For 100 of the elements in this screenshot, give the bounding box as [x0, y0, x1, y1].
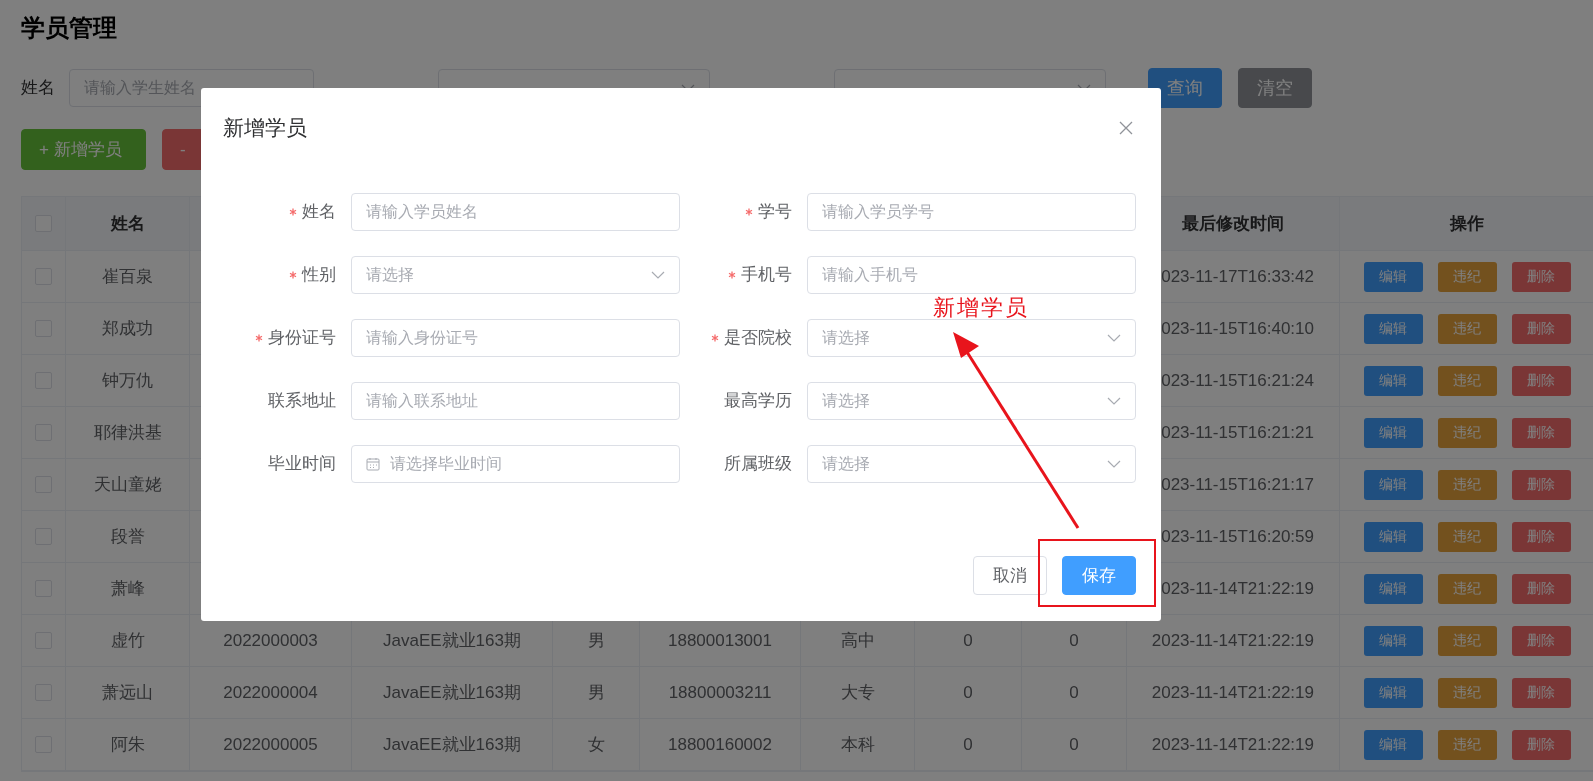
input-field[interactable]: 请输入手机号 — [807, 256, 1136, 294]
input-field[interactable]: 请输入学员学号 — [807, 193, 1136, 231]
select-field[interactable]: 请选择 — [807, 382, 1136, 420]
calendar-icon — [366, 457, 380, 471]
input-field[interactable]: 请输入学员姓名 — [351, 193, 680, 231]
table-cell-text: 023-11-14T21:22:19 — [1161, 577, 1314, 600]
filter-label: 姓名 — [21, 77, 55, 100]
table-cell-text: 18800013001 — [668, 629, 772, 652]
column-header: 最后修改时间 — [1182, 212, 1284, 235]
field-label: 学号 — [758, 201, 792, 224]
table-cell-text: 耶律洪基 — [93, 421, 162, 444]
required-icon — [255, 334, 263, 342]
table-cell-text: 0 — [963, 733, 973, 756]
table-cell-text: 男 — [587, 681, 605, 704]
table-cell-text: 钟万仇 — [102, 369, 153, 392]
field-label: 所属班级 — [724, 453, 792, 476]
required-icon — [289, 271, 297, 279]
table-cell-text: 段誉 — [110, 525, 145, 548]
table-cell-text: 男 — [587, 629, 605, 652]
edit-button[interactable]: 编辑 — [1363, 261, 1423, 292]
field-label: 联系地址 — [268, 390, 336, 413]
delete-button[interactable]: 删除 — [1511, 313, 1571, 344]
violation-button[interactable]: 违纪 — [1437, 469, 1497, 500]
edit-button[interactable]: 编辑 — [1363, 313, 1423, 344]
edit-button[interactable]: 编辑 — [1363, 365, 1423, 396]
table-cell-text: 023-11-15T16:21:17 — [1161, 473, 1314, 496]
table-cell-text: 2023-11-14T21:22:19 — [1151, 681, 1314, 704]
field-label: 性别 — [302, 264, 336, 287]
table-cell-text: 高中 — [840, 629, 875, 652]
table-cell-text: 2023-11-14T21:22:19 — [1151, 629, 1314, 652]
required-icon — [289, 208, 297, 216]
violation-button[interactable]: 违纪 — [1437, 625, 1497, 656]
table-cell-text: JavaEE就业163期 — [383, 733, 521, 756]
required-icon — [728, 271, 736, 279]
table-cell-text: 0 — [963, 681, 973, 704]
table-cell-text: 023-11-15T16:20:59 — [1161, 525, 1314, 548]
dialog-title: 新增学员 — [223, 115, 307, 141]
table-cell-text: 023-11-17T16:33:42 — [1161, 265, 1314, 288]
cancel-button[interactable]: 取消 — [973, 556, 1047, 595]
field-label: 毕业时间 — [268, 453, 336, 476]
table-cell-text: 023-11-15T16:21:24 — [1161, 369, 1314, 392]
required-icon — [711, 334, 719, 342]
field-label: 手机号 — [741, 264, 792, 287]
edit-button[interactable]: 编辑 — [1363, 573, 1423, 604]
delete-button[interactable]: 删除 — [1511, 365, 1571, 396]
required-icon — [745, 208, 753, 216]
delete-button[interactable]: 删除 — [1511, 677, 1571, 708]
input-field[interactable]: 请输入身份证号 — [351, 319, 680, 357]
table-cell-text: 18800160002 — [668, 733, 772, 756]
chevron-down-icon — [651, 271, 665, 279]
add-button[interactable]: + 新增学员 — [21, 129, 146, 170]
violation-button[interactable]: 违纪 — [1437, 313, 1497, 344]
search-button[interactable]: 查询 — [1148, 68, 1222, 108]
edit-button[interactable]: 编辑 — [1363, 417, 1423, 448]
table-cell-text: 萧峰 — [110, 577, 145, 600]
violation-button[interactable]: 违纪 — [1437, 729, 1497, 760]
date-field[interactable]: 请选择毕业时间 — [351, 445, 680, 483]
column-header: 操作 — [1450, 212, 1484, 235]
table-cell-text: 阿朱 — [110, 733, 145, 756]
delete-button[interactable]: 删除 — [1511, 729, 1571, 760]
edit-button[interactable]: 编辑 — [1363, 469, 1423, 500]
delete-button[interactable]: 删除 — [1511, 261, 1571, 292]
table-cell-text: 天山童姥 — [93, 473, 162, 496]
violation-button[interactable]: 违纪 — [1437, 573, 1497, 604]
edit-button[interactable]: 编辑 — [1363, 625, 1423, 656]
violation-button[interactable]: 违纪 — [1437, 677, 1497, 708]
close-icon[interactable] — [1119, 121, 1133, 135]
page-title: 学员管理 — [21, 13, 117, 43]
table-cell-text: 2022000003 — [223, 629, 318, 652]
table-cell-text: 虚竹 — [110, 629, 145, 652]
field-label: 最高学历 — [724, 390, 792, 413]
table-cell-text: 0 — [1069, 681, 1079, 704]
select-field[interactable]: 请选择 — [807, 319, 1136, 357]
table-cell-text: 18800003211 — [668, 681, 772, 704]
table-cell-text: 女 — [587, 733, 605, 756]
table-cell-text: 0 — [963, 629, 973, 652]
delete-button[interactable]: 删除 — [1511, 469, 1571, 500]
column-header: 姓名 — [110, 212, 145, 235]
select-field[interactable]: 请选择 — [351, 256, 680, 294]
input-field[interactable]: 请输入联系地址 — [351, 382, 680, 420]
violation-button[interactable]: 违纪 — [1437, 365, 1497, 396]
edit-button[interactable]: 编辑 — [1363, 521, 1423, 552]
table-cell-text: 大专 — [840, 681, 875, 704]
delete-button[interactable]: 删除 — [1511, 417, 1571, 448]
chevron-down-icon — [1107, 460, 1121, 468]
table-cell-text: 0 — [1069, 733, 1079, 756]
save-button[interactable]: 保存 — [1062, 556, 1136, 595]
select-field[interactable]: 请选择 — [807, 445, 1136, 483]
edit-button[interactable]: 编辑 — [1363, 677, 1423, 708]
violation-button[interactable]: 违纪 — [1437, 417, 1497, 448]
annotation-text: 新增学员 — [933, 294, 1029, 322]
field-label: 身份证号 — [268, 327, 336, 350]
violation-button[interactable]: 违纪 — [1437, 261, 1497, 292]
field-label: 姓名 — [302, 201, 336, 224]
delete-button[interactable]: 删除 — [1511, 625, 1571, 656]
delete-button[interactable]: 删除 — [1511, 521, 1571, 552]
edit-button[interactable]: 编辑 — [1363, 729, 1423, 760]
delete-button[interactable]: 删除 — [1511, 573, 1571, 604]
table-cell-text: JavaEE就业163期 — [383, 629, 521, 652]
violation-button[interactable]: 违纪 — [1437, 521, 1497, 552]
